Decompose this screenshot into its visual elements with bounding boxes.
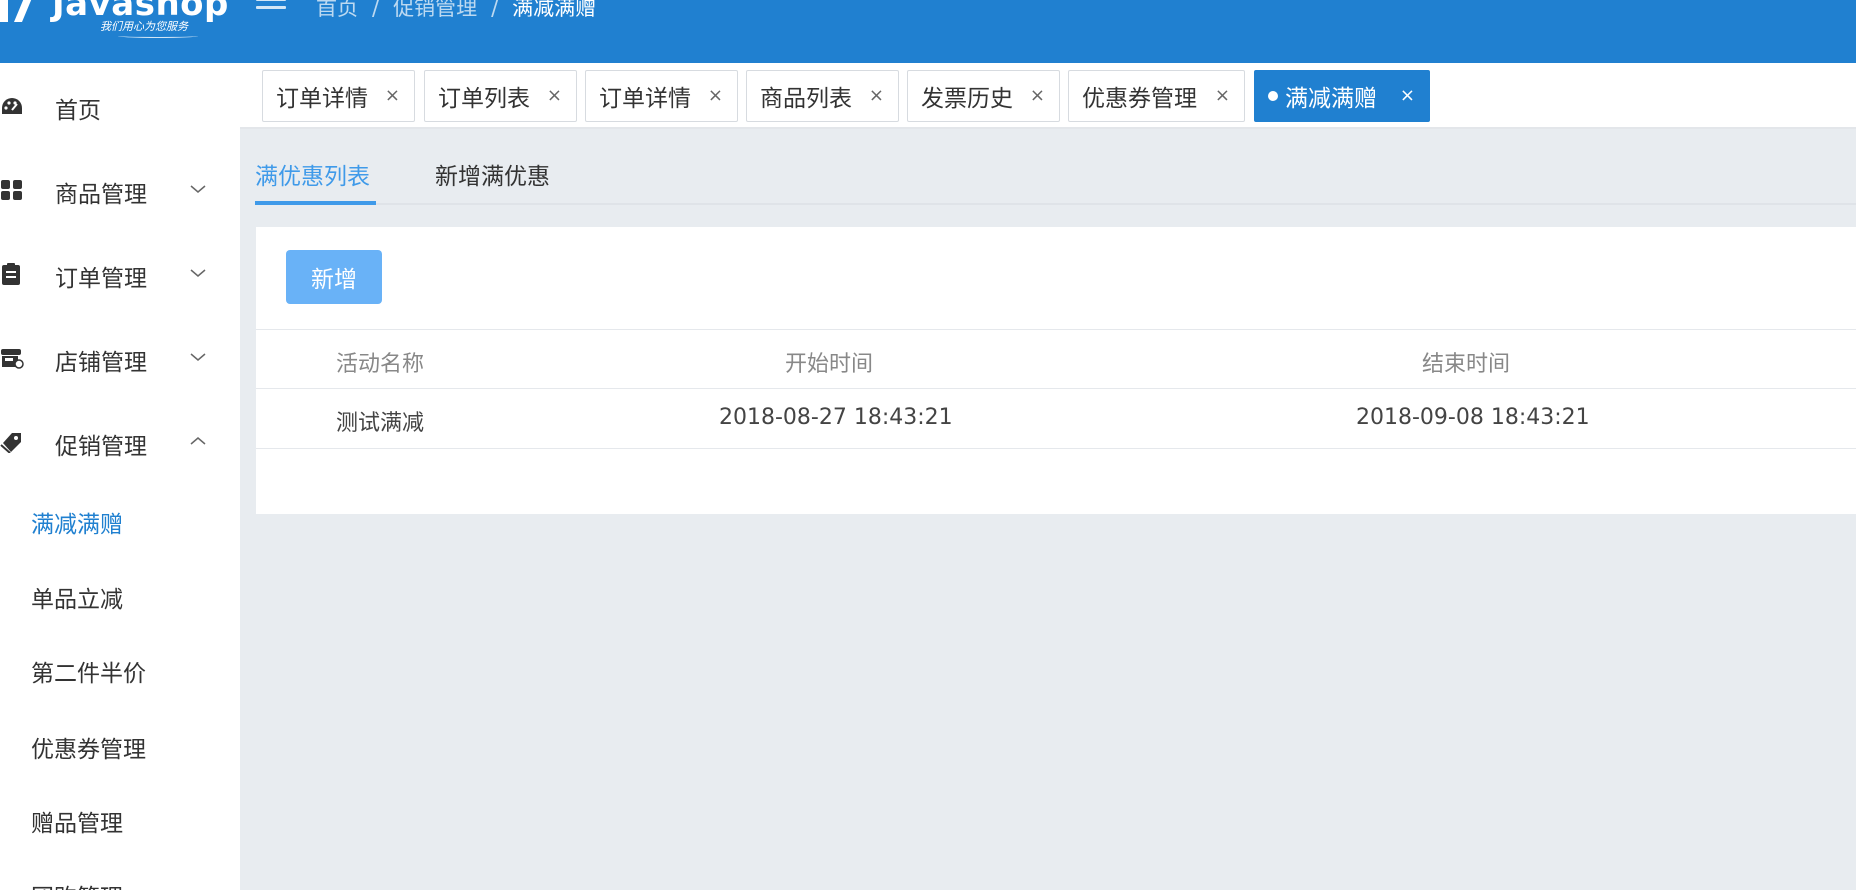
logo-swoosh bbox=[118, 34, 198, 38]
table-header: 活动名称 开始时间 结束时间 bbox=[256, 329, 1856, 389]
close-icon[interactable]: × bbox=[1030, 85, 1045, 106]
breadcrumb-item-home[interactable]: 首页 bbox=[316, 0, 358, 20]
breadcrumb-separator: / bbox=[491, 0, 499, 20]
sidebar-subitem-single-reduction[interactable]: 单品立减 bbox=[31, 580, 123, 614]
sidebar-subitem-second-half[interactable]: 第二件半价 bbox=[31, 654, 146, 688]
sidebar-item-promotion[interactable]: 促销管理 bbox=[0, 399, 240, 483]
sidebar-item-label: 商品管理 bbox=[55, 182, 147, 208]
tab-coupon-management[interactable]: 优惠券管理 × bbox=[1068, 70, 1245, 122]
table-row[interactable]: 测试满减 2018-08-27 18:43:21 2018-09-08 18:4… bbox=[256, 389, 1856, 449]
cell-activity-name: 测试满减 bbox=[336, 411, 425, 436]
logo[interactable]: Javashop 我们用心为您服务 bbox=[0, 0, 228, 46]
tab-label: 订单详情 bbox=[599, 86, 691, 112]
close-icon[interactable]: × bbox=[708, 85, 723, 106]
chevron-up-icon bbox=[190, 437, 206, 445]
tab-label: 优惠券管理 bbox=[1082, 86, 1197, 112]
logo-mark-icon bbox=[0, 0, 32, 22]
active-tab-indicator bbox=[255, 201, 376, 205]
grid-icon bbox=[1, 180, 22, 200]
close-icon[interactable]: × bbox=[1215, 85, 1230, 106]
top-header: Javashop 我们用心为您服务 首页 / 促销管理 / 满减满赠 bbox=[0, 0, 1856, 63]
column-header-start-time: 开始时间 bbox=[785, 352, 874, 377]
tab-full-reduction[interactable]: 满减满赠 × bbox=[1254, 70, 1430, 122]
tab-label: 满减满赠 bbox=[1285, 86, 1377, 112]
tab-add-full-discount[interactable]: 新增满优惠 bbox=[435, 157, 550, 191]
menu-toggle-icon[interactable] bbox=[256, 0, 286, 12]
breadcrumb-item-promotion[interactable]: 促销管理 bbox=[393, 0, 477, 20]
breadcrumb-item-current: 满减满赠 bbox=[512, 0, 597, 20]
sidebar-subitem-gifts[interactable]: 赠品管理 bbox=[31, 804, 123, 838]
sidebar-subitem-full-reduction[interactable]: 满减满赠 bbox=[31, 505, 123, 539]
active-dot-icon bbox=[1268, 91, 1278, 101]
sidebar-item-label: 订单管理 bbox=[55, 266, 147, 292]
sidebar-item-orders[interactable]: 订单管理 bbox=[0, 231, 240, 315]
clipboard-icon bbox=[2, 263, 20, 285]
breadcrumb: 首页 / 促销管理 / 满减满赠 bbox=[316, 0, 596, 22]
sidebar-item-goods[interactable]: 商品管理 bbox=[0, 147, 240, 231]
sidebar-item-home[interactable]: 首页 bbox=[0, 63, 240, 147]
logo-slogan: 我们用心为您服务 bbox=[100, 20, 188, 33]
tab-order-detail[interactable]: 订单详情 × bbox=[262, 70, 415, 122]
tab-invoice-history[interactable]: 发票历史 × bbox=[907, 70, 1060, 122]
chevron-down-icon bbox=[190, 269, 206, 277]
close-icon[interactable]: × bbox=[869, 85, 884, 106]
sidebar-item-shop[interactable]: 店铺管理 bbox=[0, 315, 240, 399]
tab-label: 订单列表 bbox=[438, 86, 530, 112]
column-header-end-time: 结束时间 bbox=[1422, 352, 1511, 377]
sidebar-subitem-coupons[interactable]: 优惠券管理 bbox=[31, 730, 146, 764]
tag-icon bbox=[0, 433, 21, 453]
chevron-down-icon bbox=[190, 353, 206, 361]
close-icon[interactable]: × bbox=[385, 85, 400, 106]
sidebar-item-label: 促销管理 bbox=[55, 434, 147, 460]
cell-end-time: 2018-09-08 18:43:21 bbox=[1356, 405, 1590, 430]
tab-label: 发票历史 bbox=[921, 86, 1013, 112]
tab-label: 订单详情 bbox=[276, 86, 368, 112]
cell-start-time: 2018-08-27 18:43:21 bbox=[719, 405, 953, 430]
add-button[interactable]: 新增 bbox=[286, 250, 382, 304]
shop-icon bbox=[1, 349, 24, 369]
sidebar-item-label: 首页 bbox=[55, 98, 101, 124]
sidebar: 首页 商品管理 订单管理 店铺管理 促销管理 满减满赠 单品立减 第二件半价 优… bbox=[0, 63, 240, 890]
close-icon[interactable]: × bbox=[547, 85, 562, 106]
tab-order-list[interactable]: 订单列表 × bbox=[424, 70, 577, 122]
tab-order-detail[interactable]: 订单详情 × bbox=[585, 70, 738, 122]
sidebar-item-label: 店铺管理 bbox=[55, 350, 147, 376]
sidebar-subitem-group-buy[interactable]: 团购管理 bbox=[31, 878, 123, 890]
tab-label: 商品列表 bbox=[760, 86, 852, 112]
tab-full-discount-list[interactable]: 满优惠列表 bbox=[255, 157, 370, 191]
tab-goods-list[interactable]: 商品列表 × bbox=[746, 70, 899, 122]
content-tabs: 满优惠列表 新增满优惠 bbox=[255, 129, 1856, 205]
breadcrumb-separator: / bbox=[372, 0, 380, 20]
column-header-name: 活动名称 bbox=[336, 352, 425, 377]
dashboard-icon bbox=[2, 98, 22, 114]
chevron-down-icon bbox=[190, 185, 206, 193]
close-icon[interactable]: × bbox=[1400, 85, 1415, 106]
list-panel: 新增 活动名称 开始时间 结束时间 测试满减 2018-08-27 18:43:… bbox=[256, 227, 1856, 514]
tags-view-bar: 订单详情 × 订单列表 × 订单详情 × 商品列表 × 发票历史 × 优惠券管理… bbox=[240, 63, 1856, 129]
